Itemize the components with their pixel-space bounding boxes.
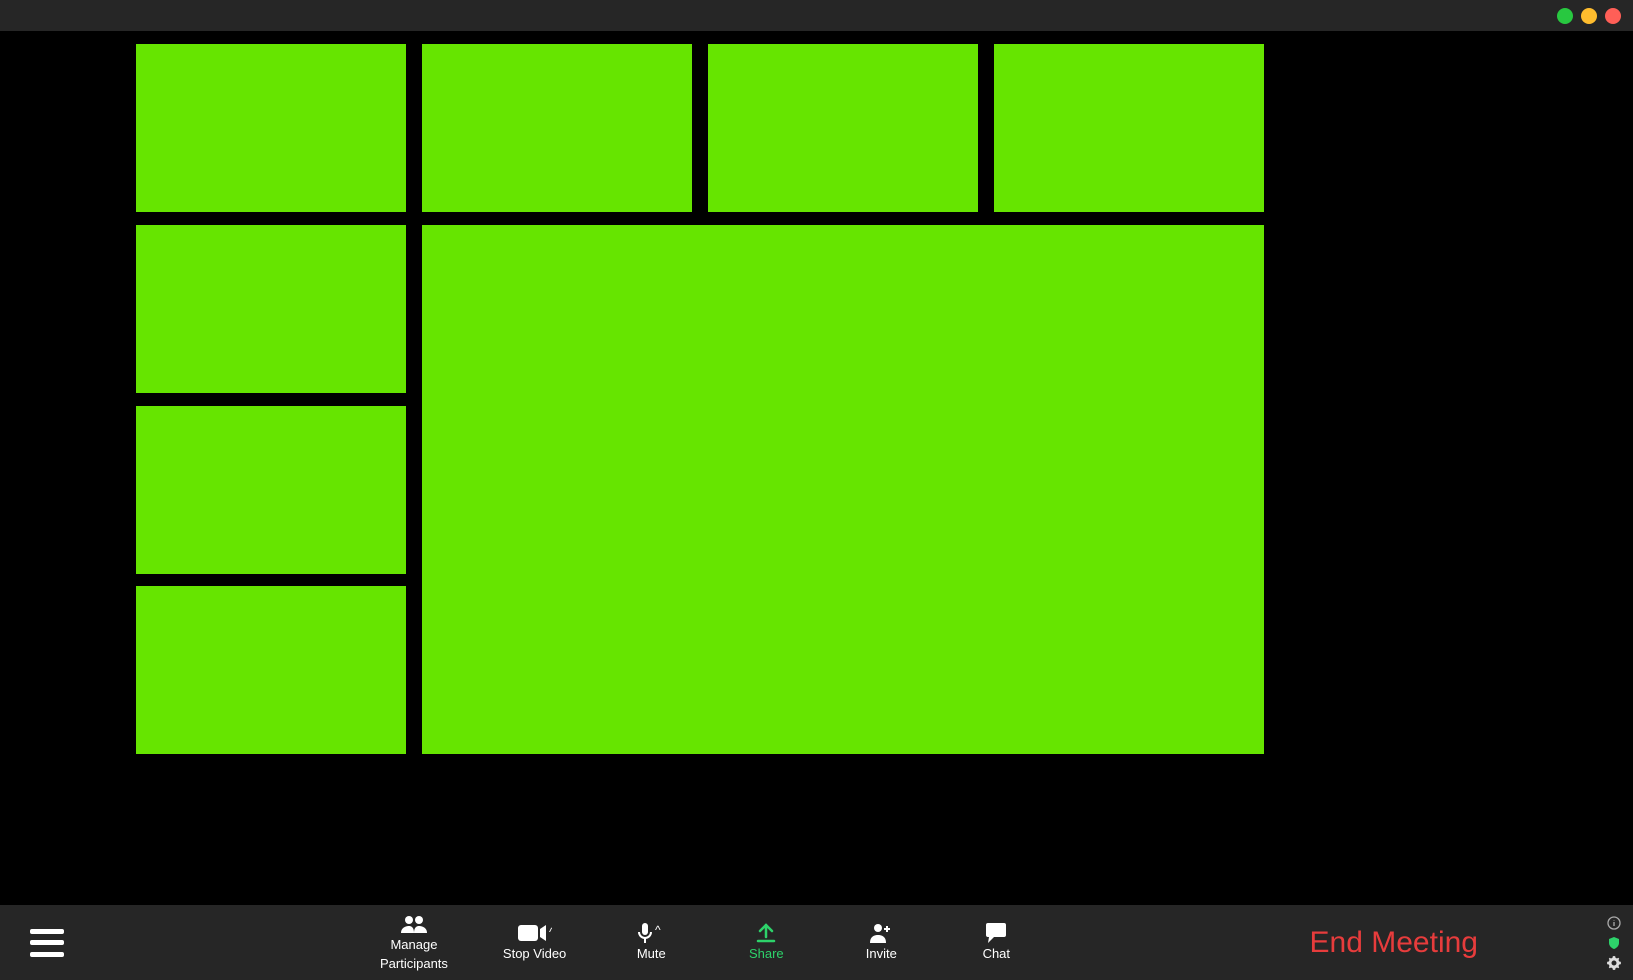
chat-label: Chat [983,947,1010,961]
side-icon-stack [1607,916,1621,970]
video-tile[interactable] [136,586,406,754]
mute-button[interactable]: ^ Mute [621,923,681,961]
chat-button[interactable]: Chat [966,923,1026,961]
bottom-toolbar: Manage Participants ^ Stop Video ^ [0,905,1633,980]
add-user-icon [869,923,893,943]
manage-participants-button[interactable]: Manage Participants [380,914,448,971]
video-tile[interactable] [994,44,1264,212]
people-icon [401,914,427,934]
window-close-button[interactable] [1605,8,1621,24]
invite-label: Invite [866,947,897,961]
toolbar-controls: Manage Participants ^ Stop Video ^ [380,905,1026,980]
video-grid [136,44,1264,754]
share-button[interactable]: Share [736,923,796,961]
video-tile[interactable] [136,406,406,574]
stop-video-button[interactable]: ^ Stop Video [503,923,566,961]
camera-icon: ^ [518,923,552,943]
menu-icon[interactable] [30,929,64,957]
mute-label: Mute [637,947,666,961]
video-tile[interactable] [708,44,978,212]
stop-video-label: Stop Video [503,947,566,961]
invite-button[interactable]: Invite [851,923,911,961]
upload-arrow-icon [756,923,776,943]
speech-bubble-icon [984,923,1008,943]
window-maximize-button[interactable] [1581,8,1597,24]
window-minimize-button[interactable] [1557,8,1573,24]
microphone-icon: ^ [637,923,665,943]
video-tile[interactable] [136,225,406,393]
title-bar [0,0,1633,31]
end-meeting-button[interactable]: End Meeting [1310,926,1478,960]
manage-participants-sublabel: Participants [380,957,448,971]
shield-icon[interactable] [1607,936,1621,950]
svg-text:^: ^ [549,925,552,939]
manage-participants-label: Manage [390,938,437,952]
share-label: Share [749,947,784,961]
svg-text:^: ^ [655,923,661,937]
video-tile-main[interactable] [422,225,1264,754]
video-tile[interactable] [422,44,692,212]
gear-icon[interactable] [1607,956,1621,970]
info-icon[interactable] [1607,916,1621,930]
video-tile[interactable] [136,44,406,212]
